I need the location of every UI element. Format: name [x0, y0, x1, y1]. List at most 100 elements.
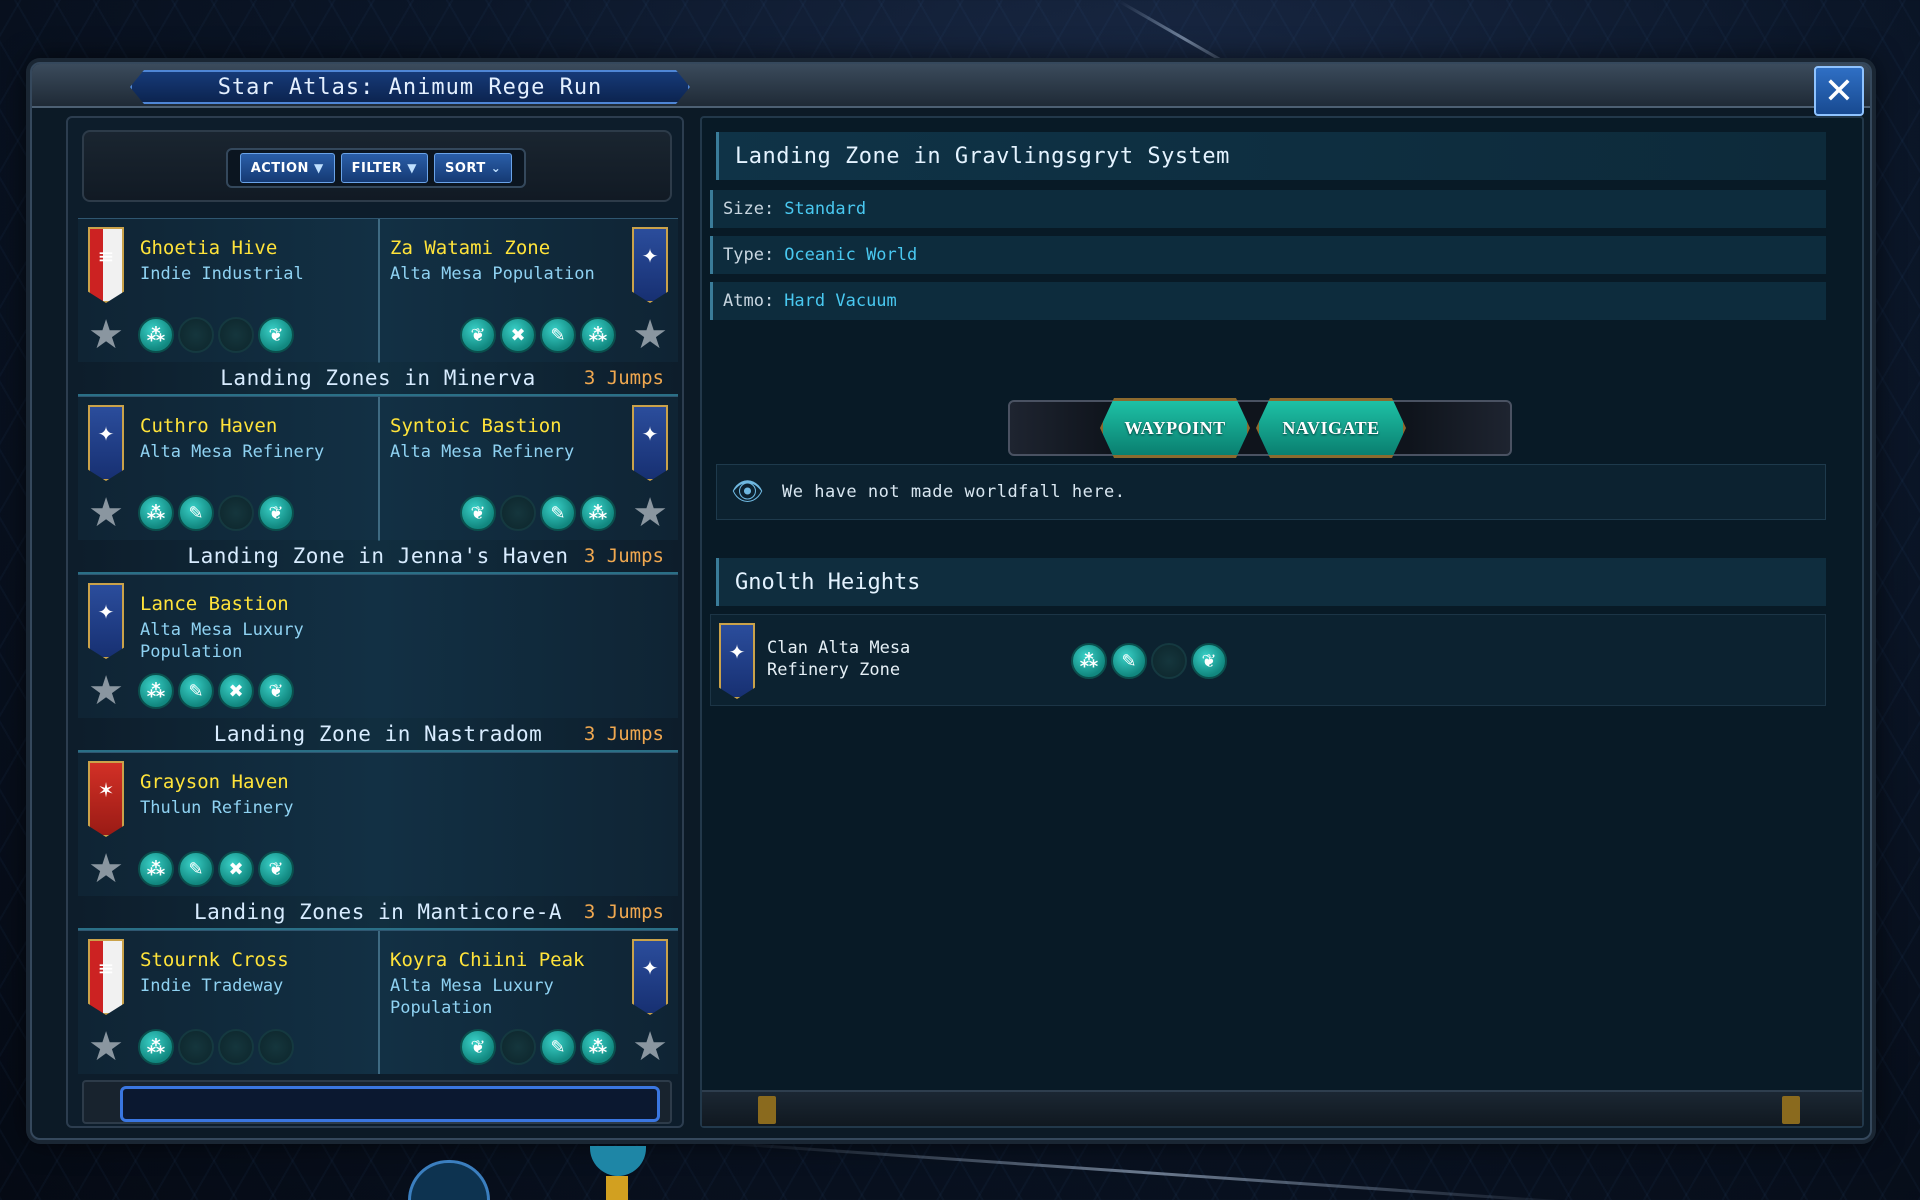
atom-icon: ⁂ [138, 1029, 174, 1065]
leaf-icon: ❦ [460, 495, 496, 531]
landing-zone-type: Alta Mesa Luxury Population [390, 976, 554, 1018]
funnel-icon: ▼ [407, 161, 418, 175]
empty-slot-icon [178, 1029, 214, 1065]
sort-button-label: SORT [445, 160, 486, 176]
empty-slot-icon [218, 1029, 254, 1065]
close-icon[interactable]: ✕ [1814, 66, 1864, 116]
faction-name: Clan Alta Mesa Refinery Zone [767, 638, 911, 680]
leaf-icon: ❦ [258, 495, 294, 531]
landing-zone-item[interactable]: ✦ Syntoic Bastion Alta Mesa Refinery ★ ❦ ✎ ⁂ [378, 397, 678, 541]
window-title-bar: Star Atlas: Animum Rege Run [32, 64, 1870, 108]
faction-banner-icon: ✦ [719, 623, 755, 699]
title-plate: Star Atlas: Animum Rege Run [130, 70, 690, 104]
atom-icon: ⁂ [580, 1029, 616, 1065]
landing-zone-item[interactable]: ✦ Lance Bastion Alta Mesa Luxury Populatio… [78, 575, 378, 719]
zone-group-jumps: 3 Jumps [583, 367, 664, 389]
zone-list[interactable]: ≡ Ghoetia Hive Indie Industrial ★ ⁂ ❦ ✦ Za Wata… [78, 218, 678, 1074]
navigate-button[interactable]: NAVIGATE [1256, 398, 1406, 458]
zone-group-header: Landing Zones in Manticore-A 3 Jumps [78, 896, 678, 930]
faction-row[interactable]: ✦ Clan Alta Mesa Refinery Zone ⁂ ✎ ❦ [710, 614, 1826, 706]
landing-zone-type: Thulun Refinery [140, 798, 294, 818]
zone-card: ✶ Grayson Haven Thulun Refinery ★ ⁂ ✎ ✖ ❦ [78, 752, 678, 896]
atom-icon: ⁂ [138, 495, 174, 531]
filter-button-label: FILTER [351, 160, 403, 176]
atom-icon: ⁂ [580, 495, 616, 531]
atlas-window: Star Atlas: Animum Rege Run ✕ « ACTION ▼… [30, 62, 1872, 1140]
landing-zone-name: Ghoetia Hive [140, 237, 278, 259]
faction-banner-icon: ✶ [88, 761, 124, 837]
favorite-star-icon[interactable]: ★ [86, 493, 126, 533]
zone-group-title: Landing Zones in Manticore-A [193, 900, 562, 924]
leaf-icon: ❦ [258, 317, 294, 353]
landing-zone-name: Syntoic Bastion [390, 415, 562, 437]
atom-icon: ⁂ [580, 317, 616, 353]
landing-zone-type: Alta Mesa Luxury Population [140, 620, 304, 662]
zone-group-header: Landing Zone in Nastradom 3 Jumps [78, 718, 678, 752]
eye-icon: 👁 [731, 477, 765, 507]
resource-icons: ❦ ✎ ⁂ [460, 1029, 616, 1065]
empty-slot-icon [218, 317, 254, 353]
landing-zone-type: Alta Mesa Refinery [390, 442, 575, 462]
favorite-star-icon[interactable]: ★ [630, 493, 670, 533]
faction-banner-icon: ✦ [632, 227, 668, 303]
faction-banner-icon: ✦ [88, 405, 124, 481]
landing-zone-item[interactable]: ✦ Za Watami Zone Alta Mesa Population ★ ❦ ✖ ✎ ⁂ [378, 219, 678, 363]
footer-tab [1782, 1096, 1800, 1124]
resource-icons: ⁂ ❦ [138, 317, 294, 353]
type-label: Type: [723, 245, 775, 265]
action-button-label: ACTION [250, 160, 309, 176]
search-bar-frame [82, 1080, 672, 1124]
search-input[interactable] [120, 1086, 660, 1122]
leaf-icon: ❦ [460, 317, 496, 353]
favorite-star-icon[interactable]: ★ [86, 849, 126, 889]
resource-icons: ⁂ ✎ ✖ ❦ [138, 673, 294, 709]
landing-zone-item[interactable]: ≡ Ghoetia Hive Indie Industrial ★ ⁂ ❦ [78, 219, 378, 363]
wrench-icon: ✎ [178, 495, 214, 531]
zone-card: ✦ Cuthro Haven Alta Mesa Refinery ★ ⁂ ✎ ❦ ✦ Synt… [78, 396, 678, 541]
wrench-icon: ✎ [540, 495, 576, 531]
landing-zone-item[interactable]: ✦ Koyra Chiini Peak Alta Mesa Luxury Popul… [378, 931, 678, 1074]
empty-slot-icon [258, 1029, 294, 1065]
landing-zone-item[interactable]: ✶ Grayson Haven Thulun Refinery ★ ⁂ ✎ ✖ ❦ [78, 753, 378, 897]
favorite-star-icon[interactable]: ★ [86, 315, 126, 355]
faction-banner-icon: ≡ [88, 939, 124, 1015]
sort-button[interactable]: SORT ⌄ [434, 153, 513, 183]
empty-slot-icon [500, 1029, 536, 1065]
leaf-icon: ❦ [460, 1029, 496, 1065]
type-row: Type: Oceanic World [710, 236, 1826, 274]
favorite-star-icon[interactable]: ★ [86, 671, 126, 711]
landing-zone-item[interactable]: ✦ Cuthro Haven Alta Mesa Refinery ★ ⁂ ✎ ❦ [78, 397, 378, 541]
size-label: Size: [723, 199, 775, 219]
chevron-down-icon: ⌄ [490, 161, 502, 175]
atom-icon: ⁂ [138, 673, 174, 709]
favorite-star-icon[interactable]: ★ [630, 315, 670, 355]
action-button[interactable]: ACTION ▼ [239, 153, 335, 183]
atmo-label: Atmo: [723, 291, 775, 311]
location-section-bar: Gnolth Heights [716, 558, 1826, 606]
wrench-icon: ✎ [540, 317, 576, 353]
zone-card: ≡ Stournk Cross Indie Tradeway ★ ⁂ ✦ Koyra Chi… [78, 930, 678, 1074]
zone-group-title: Landing Zone in Nastradom [213, 722, 543, 746]
landing-zone-item[interactable]: ≡ Stournk Cross Indie Tradeway ★ ⁂ [78, 931, 378, 1074]
filter-button[interactable]: FILTER ▼ [340, 153, 429, 183]
tool-icon: ✖ [218, 673, 254, 709]
faction-resource-icons: ⁂ ✎ ❦ [1071, 643, 1227, 679]
detail-footer [702, 1090, 1862, 1126]
footer-tab [758, 1096, 776, 1124]
wrench-icon: ✎ [178, 851, 214, 887]
landing-zone-type: Indie Industrial [140, 264, 304, 284]
faction-banner-icon: ✦ [632, 405, 668, 481]
type-value: Oceanic World [784, 245, 918, 265]
zone-group-title: Landing Zone in Jenna's Haven [187, 544, 569, 568]
favorite-star-icon[interactable]: ★ [86, 1027, 126, 1067]
detail-title-bar: Landing Zone in Gravlingsgryt System [716, 132, 1826, 180]
zone-group-jumps: 3 Jumps [583, 545, 664, 567]
landing-zone-type: Alta Mesa Refinery [140, 442, 325, 462]
atom-icon: ⁂ [138, 851, 174, 887]
detail-title: Landing Zone in Gravlingsgryt System [735, 143, 1230, 169]
waypoint-button[interactable]: WAYPOINT [1100, 398, 1250, 458]
zone-card: ✦ Lance Bastion Alta Mesa Luxury Populatio… [78, 574, 678, 718]
landing-zone-name: Stournk Cross [140, 949, 289, 971]
favorite-star-icon[interactable]: ★ [630, 1027, 670, 1067]
resource-icons: ⁂ ✎ ✖ ❦ [138, 851, 294, 887]
